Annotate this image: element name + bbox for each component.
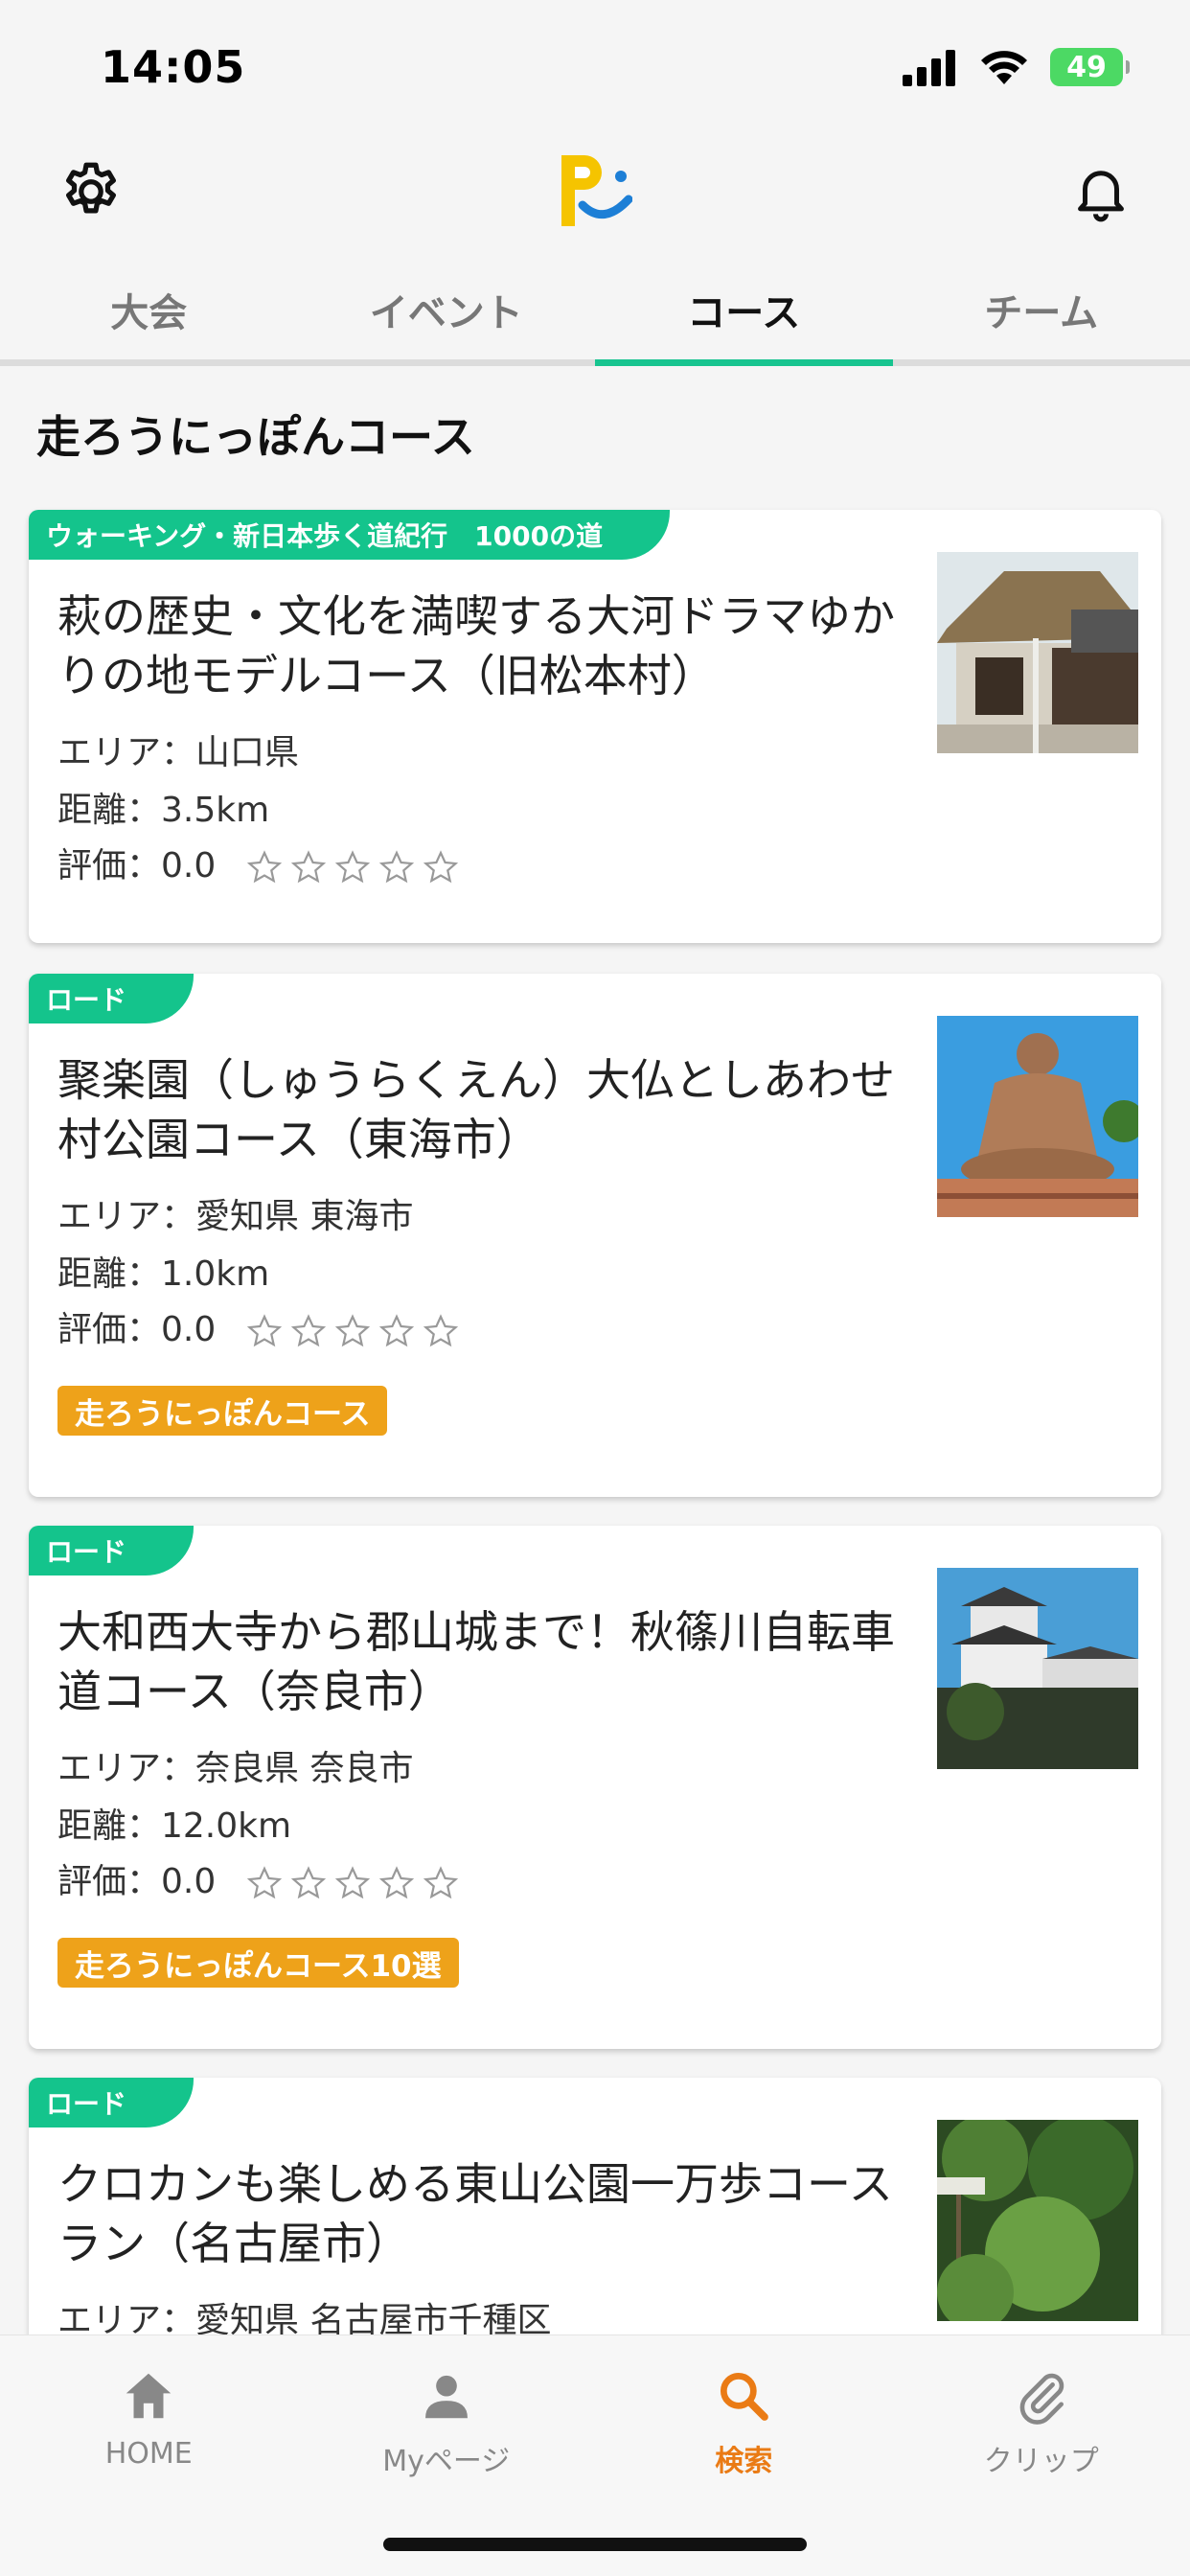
rating-stars: [246, 1313, 459, 1349]
course-card[interactable]: ロード クロカンも楽しめる東山公園一万歩コースラン（名古屋市） エリア：愛知県 …: [29, 2078, 1161, 2365]
tab-label: チーム: [984, 290, 1099, 335]
star-empty-icon: [334, 850, 370, 884]
tab-label: コース: [687, 290, 801, 335]
nav-clip[interactable]: クリップ: [893, 2335, 1190, 2576]
star-empty-icon: [246, 1866, 282, 1899]
tab-taikai[interactable]: 大会: [0, 259, 298, 359]
nav-label: クリップ: [983, 2445, 1099, 2478]
star-empty-icon: [246, 1314, 282, 1347]
star-empty-icon: [378, 1314, 414, 1347]
course-rating-row: 評価：0.0: [57, 838, 459, 887]
course-rating-row: 評価：0.0: [57, 1853, 459, 1903]
course-area: エリア：愛知県 東海市: [57, 1197, 414, 1236]
star-empty-icon: [334, 1314, 370, 1347]
course-category-ribbon: ウォーキング・新日本歩く道紀行 1000の道: [29, 510, 671, 560]
tab-label: イベント: [369, 290, 523, 335]
status-icons: 49: [903, 48, 1130, 86]
paperclip-icon: [1019, 2373, 1064, 2425]
star-empty-icon: [378, 1866, 414, 1899]
search-icon: [721, 2372, 769, 2421]
rating-stars: [246, 849, 459, 886]
home-icon: [126, 2373, 172, 2419]
app-header: [0, 134, 1190, 249]
star-empty-icon: [290, 1314, 326, 1347]
thatched-house-photo: [937, 552, 1138, 753]
course-area: エリア：山口県: [57, 733, 300, 772]
category-tabs: 大会 イベント コース チーム: [0, 259, 1190, 366]
course-distance: 距離：1.0km: [57, 1254, 270, 1294]
gear-icon[interactable]: [57, 158, 125, 225]
star-empty-icon: [423, 850, 458, 884]
course-rating: 評価：0.0: [57, 1310, 217, 1349]
course-category-ribbon: ロード: [29, 974, 195, 1024]
tab-course[interactable]: コース: [595, 259, 893, 366]
battery-icon: 49: [1050, 48, 1130, 86]
course-card[interactable]: ロード 大和西大寺から郡山城まで！秋篠川自転車道コース（奈良市） エリア：奈良県…: [29, 1526, 1161, 2049]
park-trail-photo: [937, 2120, 1138, 2321]
course-distance: 距離：12.0km: [57, 1806, 292, 1846]
person-icon: [424, 2375, 468, 2419]
great-buddha-photo: [937, 1016, 1138, 1217]
tab-label: 大会: [110, 290, 188, 335]
course-title: 萩の歴史・文化を満喫する大河ドラマゆかりの地モデルコース（旧松本村）: [57, 590, 895, 702]
bell-icon[interactable]: [1069, 158, 1133, 225]
course-area: エリア：奈良県 奈良市: [57, 1749, 414, 1788]
course-card[interactable]: ロード 聚楽園（しゅうらくえん）大仏としあわせ村公園コース（東海市） エリア：愛…: [29, 974, 1161, 1497]
nav-home[interactable]: HOME: [0, 2335, 298, 2576]
castle-photo: [937, 1568, 1138, 1769]
nav-label: 検索: [715, 2445, 773, 2478]
star-empty-icon: [290, 1866, 326, 1899]
status-time: 14:05: [101, 41, 246, 93]
course-title: 聚楽園（しゅうらくえん）大仏としあわせ村公園コース（東海市）: [57, 1054, 895, 1165]
star-empty-icon: [423, 1866, 458, 1899]
cellular-signal-icon: [903, 50, 955, 86]
star-empty-icon: [246, 850, 282, 884]
section-title: 走ろうにっぽんコース: [36, 411, 475, 463]
tab-team[interactable]: チーム: [893, 259, 1190, 359]
course-rating-row: 評価：0.0: [57, 1301, 459, 1351]
star-empty-icon: [423, 1314, 458, 1347]
home-indicator[interactable]: [383, 2538, 807, 2551]
nav-label: HOME: [104, 2437, 193, 2471]
course-title: クロカンも楽しめる東山公園一万歩コースラン（名古屋市）: [57, 2158, 893, 2269]
course-rating: 評価：0.0: [57, 1862, 217, 1901]
course-card[interactable]: ウォーキング・新日本歩く道紀行 1000の道 萩の歴史・文化を満喫する大河ドラマ…: [29, 510, 1161, 943]
course-tag[interactable]: 走ろうにっぽんコース: [57, 1386, 388, 1436]
tab-event[interactable]: イベント: [298, 259, 596, 359]
wifi-icon: [981, 51, 1027, 84]
status-bar: 14:05 49: [0, 0, 1190, 134]
course-distance: 距離：3.5km: [57, 791, 270, 830]
nav-label: Myページ: [382, 2445, 511, 2478]
rating-stars: [246, 1865, 459, 1901]
star-empty-icon: [334, 1866, 370, 1899]
app-logo: [561, 155, 632, 226]
course-category-ribbon: ロード: [29, 2078, 195, 2128]
course-title: 大和西大寺から郡山城まで！秋篠川自転車道コース（奈良市）: [57, 1606, 895, 1717]
star-empty-icon: [378, 850, 414, 884]
course-rating: 評価：0.0: [57, 846, 217, 886]
star-empty-icon: [290, 850, 326, 884]
course-tag[interactable]: 走ろうにっぽんコース10選: [57, 1938, 459, 1988]
course-category-ribbon: ロード: [29, 1526, 195, 1576]
battery-level: 49: [1066, 50, 1107, 84]
